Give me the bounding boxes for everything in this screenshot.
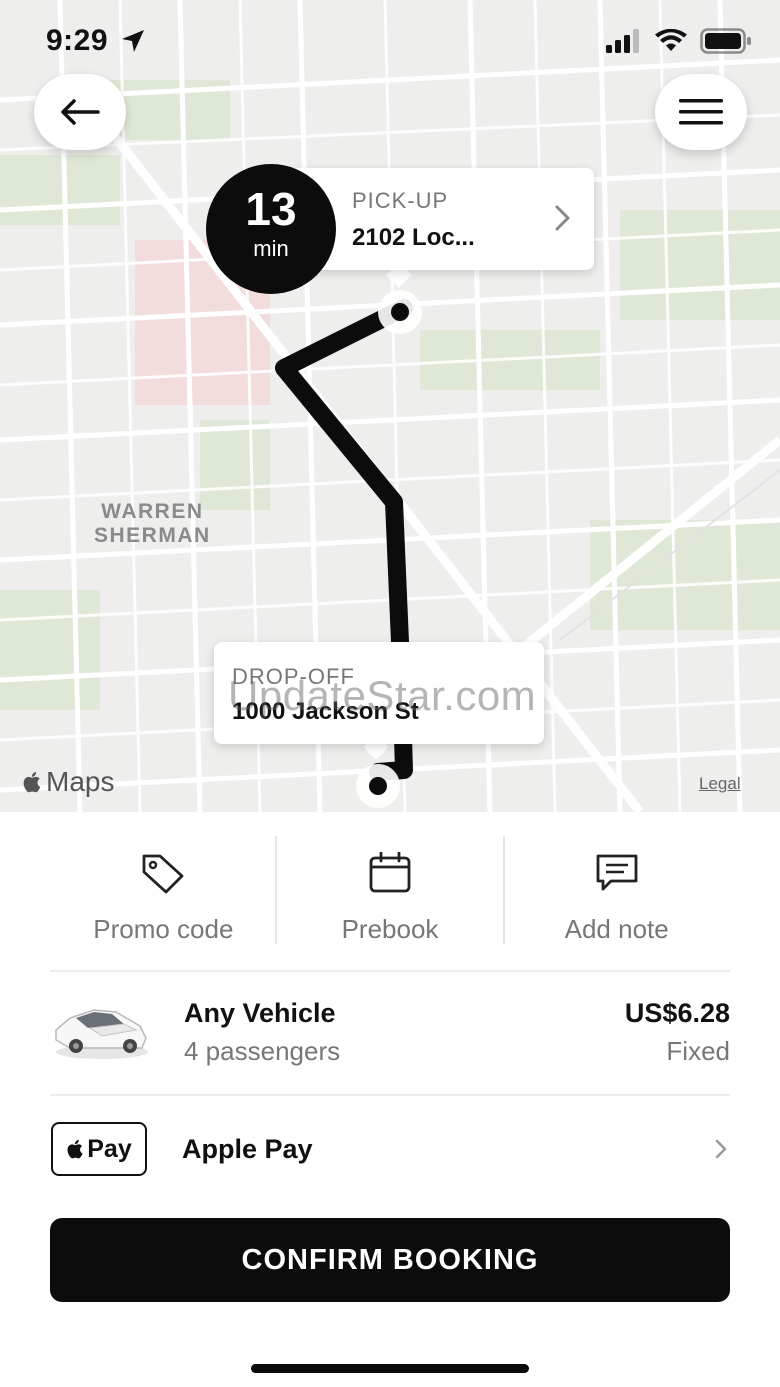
- add-note-button[interactable]: Add note: [503, 836, 730, 946]
- eta-value: 13: [245, 183, 297, 235]
- district-label-line2: SHERMAN: [94, 524, 211, 547]
- chevron-right-icon: [715, 1139, 727, 1159]
- calendar-icon: [369, 852, 411, 893]
- tag-icon: [142, 854, 184, 894]
- status-bar: 9:29: [0, 0, 780, 80]
- section-divider: [50, 970, 730, 972]
- maps-brand-label: Maps: [46, 766, 115, 797]
- menu-button[interactable]: [655, 74, 747, 150]
- vehicle-option[interactable]: Any Vehicle 4 passengers US$6.28 Fixed: [50, 984, 730, 1076]
- eta-badge: 13 min: [206, 164, 336, 294]
- cellular-signal-icon: [606, 29, 639, 53]
- hamburger-menu-icon: [679, 99, 723, 125]
- fare-price: US$6.28: [624, 998, 730, 1028]
- location-arrow-icon: [122, 30, 144, 52]
- action-divider: [275, 836, 277, 944]
- status-time: 9:29: [46, 24, 109, 57]
- payment-method-row[interactable]: Pay Apple Pay: [50, 1120, 730, 1180]
- maps-brand: Maps: [22, 766, 114, 798]
- home-indicator[interactable]: [251, 1364, 529, 1373]
- vehicle-capacity: 4 passengers: [184, 1036, 341, 1066]
- battery-icon: [700, 28, 751, 54]
- back-button[interactable]: [34, 74, 126, 150]
- chevron-right-icon: [555, 205, 570, 231]
- apple-logo-icon: [23, 772, 41, 793]
- prebook-button[interactable]: Prebook: [277, 836, 504, 946]
- district-label: WARREN SHERMAN: [94, 500, 211, 548]
- fare-type: Fixed: [666, 1036, 730, 1066]
- quick-actions: Promo code Prebook Add note: [50, 836, 730, 946]
- promo-code-button[interactable]: Promo code: [50, 836, 277, 946]
- promo-code-label: Promo code: [93, 914, 234, 944]
- prebook-label: Prebook: [341, 914, 439, 944]
- apple-pay-badge-label: Pay: [87, 1134, 132, 1163]
- action-divider: [503, 836, 505, 944]
- section-divider: [50, 1094, 730, 1096]
- district-label-line1: WARREN: [101, 500, 204, 523]
- confirm-booking-button[interactable]: CONFIRM BOOKING: [50, 1218, 730, 1302]
- eta-unit: min: [253, 236, 289, 261]
- wifi-icon: [655, 29, 687, 51]
- add-note-label: Add note: [564, 914, 669, 944]
- apple-logo-icon: [67, 1139, 83, 1159]
- booking-sheet: Promo code Prebook Add note Any Vehicle …: [0, 812, 780, 1387]
- watermark: UpdateStar.com: [228, 672, 537, 719]
- payment-method-name: Apple Pay: [182, 1134, 313, 1164]
- apple-pay-badge: Pay: [51, 1122, 147, 1176]
- pickup-address: 2102 Loc...: [352, 224, 475, 251]
- car-icon: [55, 1009, 148, 1059]
- pickup-label: PICK-UP: [352, 188, 449, 213]
- vehicle-name: Any Vehicle: [184, 998, 336, 1028]
- arrow-left-icon: [61, 99, 100, 125]
- status-icons: [606, 28, 752, 54]
- message-icon: [596, 854, 638, 891]
- legal-link[interactable]: Legal: [699, 774, 741, 794]
